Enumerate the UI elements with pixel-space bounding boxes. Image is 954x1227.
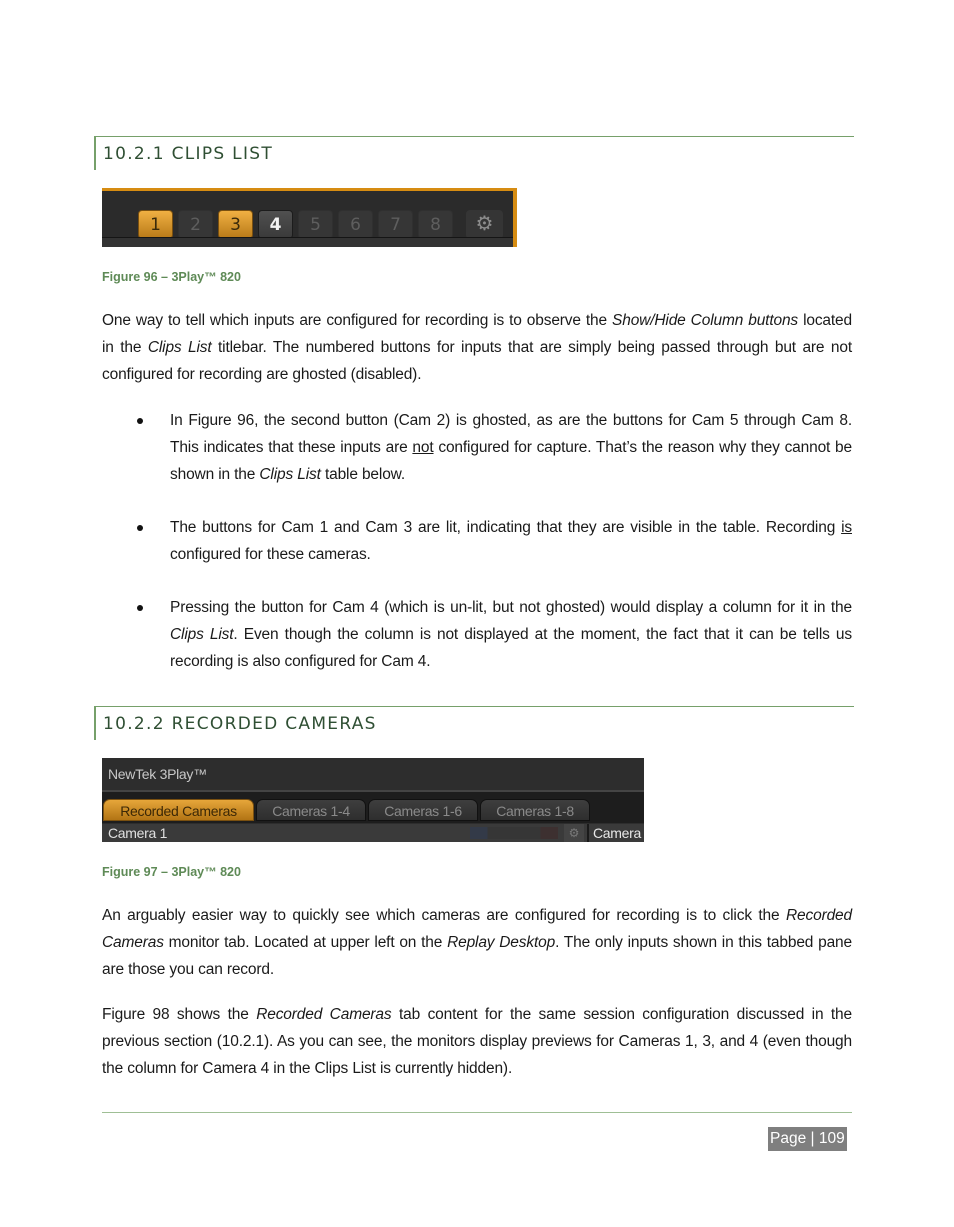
paragraph-recorded-cameras-tab: An arguably easier way to quickly see wh… <box>102 907 852 978</box>
figure-96-caption: Figure 96 – 3Play™ 820 <box>102 270 241 284</box>
bullet-ghosted-buttons: In Figure 96, the second button (Cam 2) … <box>137 408 852 488</box>
bullet-icon <box>137 418 143 424</box>
gear-icon[interactable]: ⚙ <box>564 824 584 842</box>
section-heading-recorded-cameras: 10.2.2 RECORDED CAMERAS <box>94 706 854 740</box>
paragraph-show-hide-buttons: One way to tell which inputs are configu… <box>102 312 852 383</box>
clips-list-table-edge <box>102 237 513 247</box>
app-title: NewTek 3Play™ <box>108 766 207 782</box>
footer-rule <box>102 1112 852 1113</box>
show-hide-column-button-6: 6 <box>338 210 373 239</box>
bullet-unlit-button: Pressing the button for Cam 4 (which is … <box>137 595 852 675</box>
tab-cameras-1-8[interactable]: Cameras 1-8 <box>480 799 590 821</box>
audio-meter <box>470 827 558 839</box>
gear-icon[interactable]: ⚙ <box>466 210 503 239</box>
bullet-icon <box>137 605 143 611</box>
recorded-cameras-figure: NewTek 3Play™ Recorded Cameras Cameras 1… <box>102 758 644 842</box>
monitor-tab-bar: Recorded Cameras Cameras 1-4 Cameras 1-6… <box>102 792 644 823</box>
section-title: 10.2.2 RECORDED CAMERAS <box>103 714 377 734</box>
section-title: 10.2.1 CLIPS LIST <box>103 144 274 164</box>
show-hide-column-button-7: 7 <box>378 210 413 239</box>
show-hide-column-button-5: 5 <box>298 210 333 239</box>
show-hide-column-button-2: 2 <box>178 210 213 239</box>
tab-cameras-1-6[interactable]: Cameras 1-6 <box>368 799 478 821</box>
show-hide-column-button-1[interactable]: 1 <box>138 210 173 239</box>
show-hide-column-button-8: 8 <box>418 210 453 239</box>
monitor-header-row: Camera 1 ⚙ Camera <box>102 824 644 842</box>
section-heading-clips-list: 10.2.1 CLIPS LIST <box>94 136 854 170</box>
clips-list-titlebar-figure: 1 2 3 4 5 6 7 8 ⚙ <box>102 188 517 247</box>
monitor-label-camera-1: Camera 1 <box>108 825 168 841</box>
bullet-icon <box>137 525 143 531</box>
show-hide-column-button-4[interactable]: 4 <box>258 210 293 239</box>
monitor-label-camera-2: Camera <box>593 825 641 841</box>
page-number: Page | 109 <box>768 1127 847 1151</box>
tab-cameras-1-4[interactable]: Cameras 1-4 <box>256 799 366 821</box>
tab-recorded-cameras[interactable]: Recorded Cameras <box>103 799 254 821</box>
monitor-divider <box>587 824 589 842</box>
show-hide-column-button-3[interactable]: 3 <box>218 210 253 239</box>
bullet-lit-buttons: The buttons for Cam 1 and Cam 3 are lit,… <box>137 515 852 569</box>
figure-97-caption: Figure 97 – 3Play™ 820 <box>102 865 241 879</box>
paragraph-figure-98: Figure 98 shows the Recorded Cameras tab… <box>102 1006 852 1077</box>
